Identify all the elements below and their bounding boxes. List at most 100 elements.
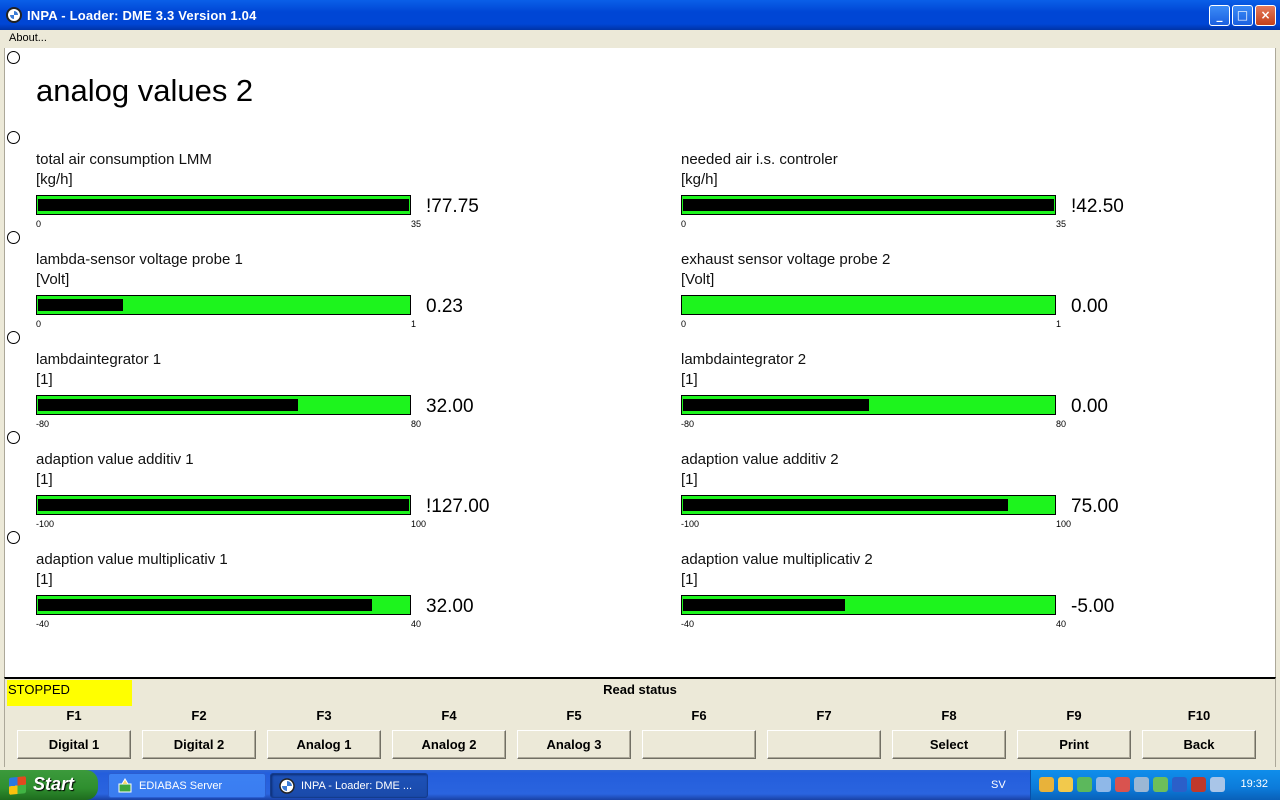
function-key-bar: STOPPED Read status F1 Digital 1 F2 Digital… [4, 677, 1276, 767]
task-label: INPA - Loader: DME ... [301, 780, 413, 792]
close-button[interactable]: × [1255, 5, 1276, 26]
task-inpa-loader[interactable]: INPA - Loader: DME ... [270, 773, 428, 798]
gauge-value: !127.00 [426, 496, 490, 517]
gauge-bar [36, 595, 411, 615]
gauge-unit: [1] [681, 571, 698, 588]
gauge-bar [681, 595, 1056, 615]
gauge-max: 80 [411, 419, 422, 429]
fkey-button-f4[interactable]: Analog 2 [392, 730, 506, 759]
row-radio-3[interactable] [7, 231, 20, 244]
gauge-label: total air consumption LMM [36, 151, 212, 168]
gauge-bar-fill [38, 599, 372, 611]
gauge-min: -100 [681, 519, 700, 529]
row-radio-5[interactable] [7, 431, 20, 444]
row-radio-1[interactable] [7, 51, 20, 64]
fkey-label-f1: F1 [66, 708, 82, 723]
language-indicator[interactable]: SV [991, 779, 1006, 791]
gauge-min: -100 [36, 519, 55, 529]
gauge-min: 0 [681, 319, 687, 329]
shield-icon[interactable] [1058, 777, 1073, 792]
gauge-max: 1 [411, 319, 417, 329]
gauge-max: 35 [1056, 219, 1067, 229]
fkey-button-f6[interactable] [642, 730, 756, 759]
fkey-button-f10[interactable]: Back [1142, 730, 1256, 759]
gauge-value: 0.00 [1071, 396, 1108, 417]
gauge-min: -40 [36, 619, 50, 629]
monitor-icon[interactable] [1096, 777, 1111, 792]
title-bar: INPA - Loader: DME 3.3 Version 1.04 _ □ … [0, 0, 1280, 30]
display-icon[interactable] [1210, 777, 1225, 792]
gauge-unit: [Volt] [36, 271, 70, 288]
analog-values-panel: analog values 2 total air consumption LM… [4, 48, 1276, 678]
fkey-button-f1[interactable]: Digital 1 [17, 730, 131, 759]
fkey-label-f9: F9 [1066, 708, 1082, 723]
gauge-unit: [Volt] [681, 271, 715, 288]
gauge-value: 32.00 [426, 396, 474, 417]
start-label: Start [33, 774, 75, 794]
row-radio-4[interactable] [7, 331, 20, 344]
gauge-left-1: total air consumption LMM [kg/h] 0 35 !77.75 [36, 151, 516, 241]
minimize-button[interactable]: _ [1209, 5, 1230, 26]
gauge-label: lambdaintegrator 2 [681, 351, 807, 368]
gauge-label: adaption value multiplicativ 2 [681, 551, 873, 568]
menu-about[interactable]: About... [9, 32, 47, 44]
gauge-min: 0 [681, 219, 687, 229]
gauge-right-4: adaption value additiv 2 [1] -100 100 75.00 [681, 451, 1161, 541]
sync-icon[interactable] [1134, 777, 1149, 792]
gauge-bar-fill [38, 299, 124, 311]
network-icon[interactable] [1077, 777, 1092, 792]
gauge-value: !42.50 [1071, 196, 1124, 217]
gauge-left-5: adaption value multiplicativ 1 [1] -40 40 32… [36, 551, 516, 641]
fkey-label-f10: F10 [1187, 708, 1211, 723]
gauge-unit: [1] [681, 371, 698, 388]
bmw-icon [279, 778, 295, 794]
fkey-button-f2[interactable]: Digital 2 [142, 730, 256, 759]
fkey-button-f8[interactable]: Select [892, 730, 1006, 759]
gauge-max: 100 [1056, 519, 1072, 529]
gauge-label: lambda-sensor voltage probe 1 [36, 251, 243, 268]
gauge-max: 40 [1056, 619, 1067, 629]
gauge-label: adaption value additiv 1 [36, 451, 194, 468]
page-title: analog values 2 [36, 73, 254, 108]
fkey-button-f5[interactable]: Analog 3 [517, 730, 631, 759]
update-icon[interactable] [1153, 777, 1168, 792]
taskbar: Start EDIABAS Server INPA - Loader: DME … [0, 770, 1280, 800]
task-ediabas-server[interactable]: EDIABAS Server [108, 773, 266, 798]
gauge-min: 0 [36, 319, 42, 329]
gauge-max: 80 [1056, 419, 1067, 429]
gauge-unit: [1] [36, 371, 53, 388]
ati-icon[interactable] [1191, 777, 1206, 792]
gauge-bar-fill [38, 399, 298, 411]
clock: 19:32 [1240, 778, 1268, 790]
gauge-min: -80 [36, 419, 50, 429]
fkey-button-f7[interactable] [767, 730, 881, 759]
gauge-left-2: lambda-sensor voltage probe 1 [Volt] 0 1 0.2… [36, 251, 516, 341]
task-label: EDIABAS Server [139, 780, 223, 792]
keyboard-icon[interactable] [1039, 777, 1054, 792]
row-radio-2[interactable] [7, 131, 20, 144]
menu-bar: About... [0, 30, 1280, 47]
gauge-unit: [kg/h] [36, 171, 73, 188]
bluetooth-icon[interactable] [1172, 777, 1187, 792]
security-icon[interactable] [1115, 777, 1130, 792]
gauge-right-5: adaption value multiplicativ 2 [1] -40 40 -5… [681, 551, 1161, 641]
system-tray: SV 19:32 [991, 770, 1280, 800]
fkey-button-f9[interactable]: Print [1017, 730, 1131, 759]
windows-logo-icon [9, 776, 26, 795]
row-radio-6[interactable] [7, 531, 20, 544]
gauge-bar [36, 195, 411, 215]
gauge-max: 40 [411, 619, 422, 629]
gauge-bar [36, 495, 411, 515]
fkey-button-f3[interactable]: Analog 1 [267, 730, 381, 759]
maximize-button[interactable]: □ [1232, 5, 1253, 26]
gauge-right-1: needed air i.s. controler [kg/h] 0 35 !42.50 [681, 151, 1161, 241]
start-button[interactable]: Start [0, 770, 98, 800]
gauge-bar [681, 195, 1056, 215]
gauge-left-4: adaption value additiv 1 [1] -100 100 !127.0… [36, 451, 516, 541]
gauge-bar [36, 395, 411, 415]
gauge-unit: [1] [681, 471, 698, 488]
gauge-min: -80 [681, 419, 695, 429]
fkey-label-f4: F4 [441, 708, 457, 723]
gauge-value: 0.23 [426, 296, 463, 317]
gauge-bar-fill [683, 599, 846, 611]
